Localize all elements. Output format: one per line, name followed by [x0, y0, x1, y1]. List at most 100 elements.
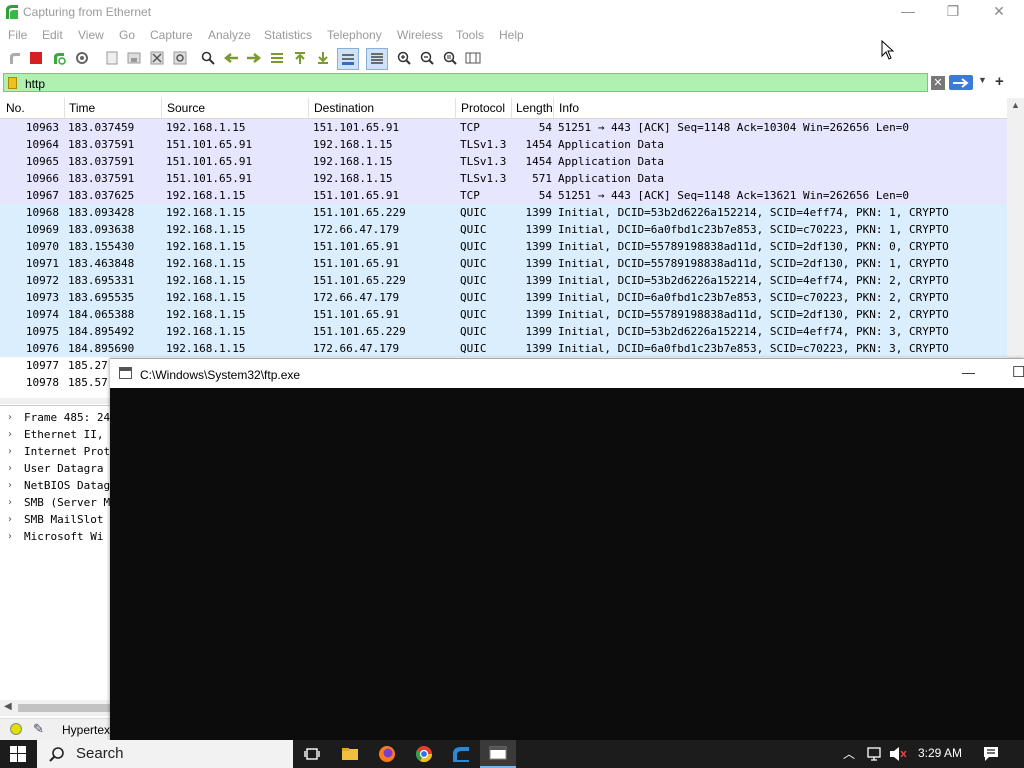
- save-file-icon[interactable]: [125, 49, 143, 67]
- task-view-icon[interactable]: [294, 740, 330, 768]
- capture-options-icon[interactable]: [73, 49, 91, 67]
- ftp-maximize-button[interactable]: ☐: [1012, 363, 1024, 381]
- expert-info-icon[interactable]: [10, 723, 22, 735]
- menu-wireless[interactable]: Wireless: [397, 28, 443, 42]
- go-to-packet-icon[interactable]: [268, 49, 286, 67]
- stop-capture-icon[interactable]: [27, 49, 45, 67]
- expand-chevron-icon[interactable]: ›: [8, 460, 12, 477]
- ftp-minimize-button[interactable]: —: [962, 365, 975, 380]
- expand-chevron-icon[interactable]: ›: [8, 528, 12, 545]
- start-capture-icon[interactable]: [6, 49, 24, 67]
- expand-chevron-icon[interactable]: ›: [8, 511, 12, 528]
- packet-row[interactable]: 10976 184.895690 192.168.1.15 172.66.47.179…: [0, 340, 1007, 357]
- detail-tree-item[interactable]: › Microsoft Wi: [0, 528, 112, 545]
- file-explorer-icon[interactable]: [332, 740, 368, 768]
- packet-row[interactable]: 10974 184.065388 192.168.1.15 151.101.65.91…: [0, 306, 1007, 323]
- go-forward-icon[interactable]: [245, 49, 263, 67]
- close-button[interactable]: ✕: [976, 0, 1022, 24]
- packet-details-pane[interactable]: › Frame 485: 24 › Ethernet II, › Internet Pro…: [0, 405, 112, 701]
- ftp-console-window[interactable]: C:\Windows\System32\ftp.exe — ☐: [110, 358, 1024, 740]
- packet-row[interactable]: 10975 184.895492 192.168.1.15 151.101.65.22…: [0, 323, 1007, 340]
- packet-row[interactable]: 10971 183.463848 192.168.1.15 151.101.65.91…: [0, 255, 1007, 272]
- maximize-button[interactable]: ❐: [930, 0, 976, 24]
- open-file-icon[interactable]: [103, 49, 121, 67]
- ftp-window-titlebar[interactable]: C:\Windows\System32\ftp.exe — ☐: [110, 358, 1024, 389]
- restart-capture-icon[interactable]: [50, 49, 68, 67]
- packet-row[interactable]: 10963 183.037459 192.168.1.15 151.101.65.91…: [0, 119, 1007, 136]
- column-destination[interactable]: Destination: [314, 101, 374, 121]
- autoscroll-icon[interactable]: [337, 48, 359, 70]
- reload-file-icon[interactable]: [171, 49, 189, 67]
- clock[interactable]: 3:29 AM: [918, 746, 962, 760]
- packet-row[interactable]: 10966 183.037591 151.101.65.91 192.168.1.15…: [0, 170, 1007, 187]
- column-length[interactable]: Length: [516, 101, 552, 121]
- taskbar-search-box[interactable]: Search: [37, 740, 293, 768]
- resize-columns-icon[interactable]: [464, 49, 482, 67]
- menu-statistics[interactable]: Statistics: [264, 28, 312, 42]
- zoom-out-icon[interactable]: [418, 49, 436, 67]
- column-info[interactable]: Info: [559, 101, 579, 121]
- capture-comment-icon[interactable]: ✎: [33, 721, 44, 737]
- bookmark-icon[interactable]: [8, 77, 17, 89]
- scroll-thumb[interactable]: [18, 704, 110, 712]
- network-icon[interactable]: [865, 746, 883, 765]
- menu-help[interactable]: Help: [499, 28, 524, 42]
- pane-splitter[interactable]: [0, 398, 112, 404]
- start-windows-icon[interactable]: [0, 740, 36, 768]
- detail-tree-item[interactable]: › Ethernet II,: [0, 426, 112, 443]
- filter-history-dropdown-icon[interactable]: ▼: [978, 75, 987, 85]
- firefox-icon[interactable]: [369, 740, 405, 768]
- packet-row[interactable]: 10969 183.093638 192.168.1.15 172.66.47.179…: [0, 221, 1007, 238]
- find-packet-icon[interactable]: [199, 49, 217, 67]
- menu-file[interactable]: File: [8, 28, 27, 42]
- display-filter-input[interactable]: http: [3, 73, 928, 92]
- close-file-icon[interactable]: [148, 49, 166, 67]
- expand-chevron-icon[interactable]: ›: [8, 494, 12, 511]
- menu-edit[interactable]: Edit: [42, 28, 63, 42]
- volume-muted-icon[interactable]: [889, 746, 907, 765]
- show-hidden-icons-icon[interactable]: ︿: [843, 745, 855, 762]
- packet-row[interactable]: 10973 183.695535 192.168.1.15 172.66.47.179…: [0, 289, 1007, 306]
- packet-row[interactable]: 10970 183.155430 192.168.1.15 151.101.65.91…: [0, 238, 1007, 255]
- packet-list-scrollbar[interactable]: ▲: [1007, 98, 1024, 398]
- go-last-packet-icon[interactable]: [314, 49, 332, 67]
- apply-filter-icon[interactable]: [949, 75, 973, 90]
- colorize-icon[interactable]: [366, 48, 388, 70]
- chrome-icon[interactable]: [406, 740, 442, 768]
- expand-chevron-icon[interactable]: ›: [8, 409, 12, 426]
- packet-row[interactable]: 10965 183.037591 151.101.65.91 192.168.1.15…: [0, 153, 1007, 170]
- column-source[interactable]: Source: [167, 101, 205, 121]
- scroll-up-icon[interactable]: ▲: [1011, 100, 1020, 110]
- add-filter-button[interactable]: +: [995, 73, 1004, 90]
- packet-row[interactable]: 10972 183.695331 192.168.1.15 151.101.65.22…: [0, 272, 1007, 289]
- menu-go[interactable]: Go: [119, 28, 135, 42]
- detail-tree-item[interactable]: › Frame 485: 24: [0, 409, 112, 426]
- go-back-icon[interactable]: [222, 49, 240, 67]
- expand-chevron-icon[interactable]: ›: [8, 477, 12, 494]
- go-first-packet-icon[interactable]: [291, 49, 309, 67]
- menu-capture[interactable]: Capture: [150, 28, 193, 42]
- ftp-console-taskbar-icon[interactable]: [480, 740, 516, 768]
- packet-row[interactable]: 10968 183.093428 192.168.1.15 151.101.65.22…: [0, 204, 1007, 221]
- detail-tree-item[interactable]: › Internet Prot: [0, 443, 112, 460]
- menu-view[interactable]: View: [78, 28, 104, 42]
- wireshark-taskbar-icon[interactable]: [443, 740, 479, 768]
- packet-list[interactable]: 10963 183.037459 192.168.1.15 151.101.65.91…: [0, 119, 1007, 397]
- menu-tools[interactable]: Tools: [456, 28, 484, 42]
- column-protocol[interactable]: Protocol: [461, 101, 505, 121]
- packet-row[interactable]: 10967 183.037625 192.168.1.15 151.101.65.91…: [0, 187, 1007, 204]
- column-no[interactable]: No.: [6, 101, 25, 121]
- detail-tree-item[interactable]: › NetBIOS Datag: [0, 477, 112, 494]
- detail-tree-item[interactable]: › User Datagra: [0, 460, 112, 477]
- zoom-in-icon[interactable]: [395, 49, 413, 67]
- details-hscrollbar[interactable]: ◀: [0, 700, 112, 716]
- action-center-icon[interactable]: [983, 746, 999, 765]
- menu-analyze[interactable]: Analyze: [208, 28, 251, 42]
- detail-tree-item[interactable]: › SMB (Server M: [0, 494, 112, 511]
- normal-size-icon[interactable]: [441, 49, 459, 67]
- scroll-left-icon[interactable]: ◀: [4, 701, 12, 712]
- clear-filter-icon[interactable]: ✕: [931, 76, 945, 90]
- expand-chevron-icon[interactable]: ›: [8, 443, 12, 460]
- packet-row[interactable]: 10964 183.037591 151.101.65.91 192.168.1.15…: [0, 136, 1007, 153]
- menu-telephony[interactable]: Telephony: [327, 28, 382, 42]
